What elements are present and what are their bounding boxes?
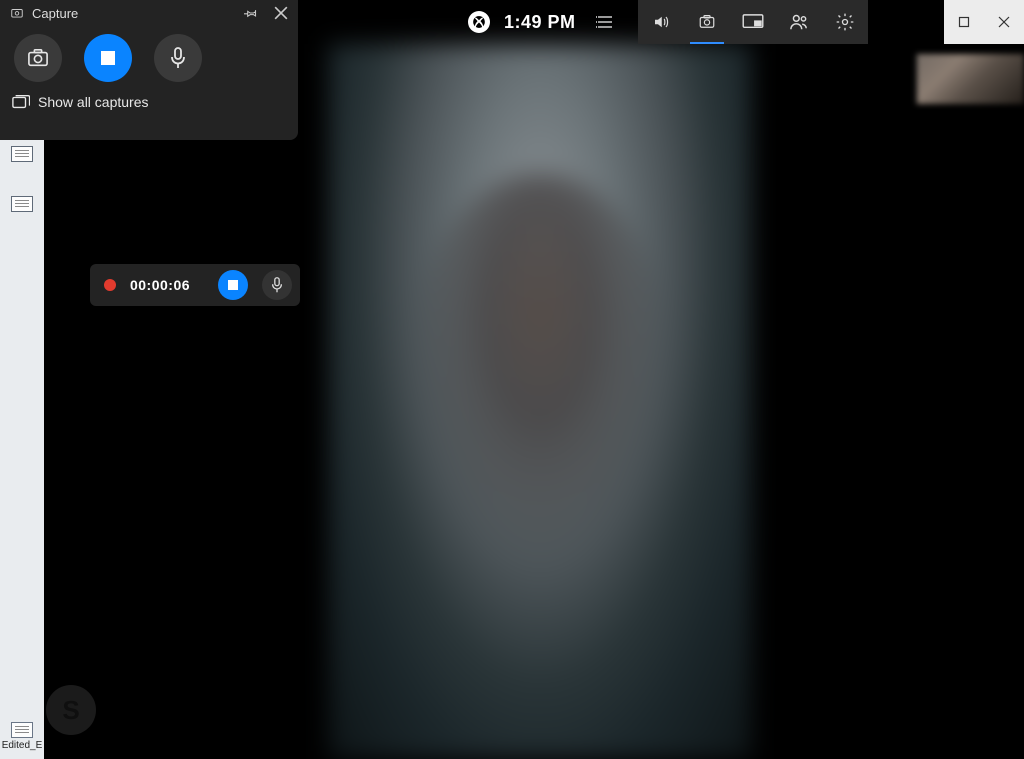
main-video-feed bbox=[328, 44, 752, 759]
window-restore-button[interactable] bbox=[944, 0, 984, 44]
desktop-background: Edited_E bbox=[0, 140, 44, 759]
screenshot-button[interactable] bbox=[14, 34, 62, 82]
desktop-file-icon-2[interactable] bbox=[2, 196, 42, 212]
gamebar-settings-button[interactable] bbox=[822, 0, 868, 44]
stop-recording-button[interactable] bbox=[84, 34, 132, 82]
show-all-captures-label: Show all captures bbox=[38, 94, 149, 110]
capture-widget-buttons bbox=[0, 26, 298, 82]
capture-widget-header: Capture bbox=[0, 0, 298, 26]
gamebar-tool-panel bbox=[638, 0, 868, 44]
recording-status-bar: 00:00:06 bbox=[90, 264, 300, 306]
gamebar-status: 1:49 PM bbox=[458, 0, 638, 44]
gamebar-social-button[interactable] bbox=[776, 0, 822, 44]
gamebar-volume-button[interactable] bbox=[638, 0, 684, 44]
skype-letter: S bbox=[62, 695, 79, 726]
capture-close-button[interactable] bbox=[270, 2, 292, 24]
recording-stop-button[interactable] bbox=[218, 270, 248, 300]
window-chrome bbox=[944, 0, 1024, 44]
gamebar-menu-button[interactable] bbox=[590, 0, 620, 44]
gamebar-overlay-button[interactable] bbox=[730, 0, 776, 44]
document-icon bbox=[11, 196, 33, 212]
desktop-file-icon-1[interactable] bbox=[2, 146, 42, 162]
document-icon bbox=[11, 722, 33, 738]
show-all-captures-link[interactable]: Show all captures bbox=[0, 82, 298, 110]
recording-elapsed-time: 00:00:06 bbox=[130, 277, 190, 293]
picture-in-picture-thumbnail[interactable] bbox=[916, 54, 1024, 104]
capture-widget: Capture Show all captures bbox=[0, 0, 298, 140]
gamebar-clock: 1:49 PM bbox=[504, 12, 576, 33]
gallery-icon bbox=[12, 94, 30, 110]
skype-icon[interactable]: S bbox=[46, 685, 96, 735]
desktop-file-label: Edited_E bbox=[2, 740, 43, 751]
capture-icon bbox=[10, 6, 24, 20]
desktop-file-edited[interactable]: Edited_E bbox=[2, 722, 42, 751]
gamebar-capture-button[interactable] bbox=[684, 0, 730, 44]
document-icon bbox=[11, 146, 33, 162]
window-close-button[interactable] bbox=[984, 0, 1024, 44]
xbox-icon[interactable] bbox=[468, 11, 490, 33]
recording-mic-button[interactable] bbox=[262, 270, 292, 300]
microphone-toggle-button[interactable] bbox=[154, 34, 202, 82]
capture-widget-title: Capture bbox=[32, 6, 78, 21]
capture-pin-button[interactable] bbox=[240, 2, 262, 24]
recording-indicator-icon bbox=[104, 279, 116, 291]
gamebar-top-strip: 1:49 PM bbox=[458, 0, 868, 44]
